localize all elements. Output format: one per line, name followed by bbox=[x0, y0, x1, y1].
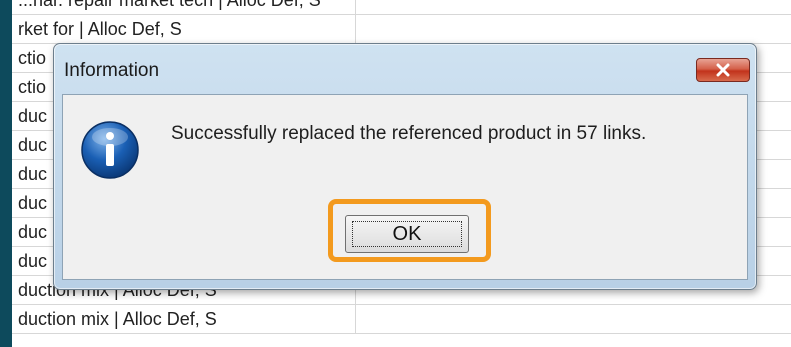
list-cell-empty bbox=[356, 305, 791, 334]
list-row[interactable]: ...nar. repair market tech | Alloc Def, … bbox=[12, 0, 791, 15]
list-cell: duction mix | Alloc Def, S bbox=[12, 305, 356, 334]
list-cell: rket for | Alloc Def, S bbox=[12, 15, 356, 44]
list-cell: ...nar. repair market tech | Alloc Def, … bbox=[12, 0, 356, 15]
info-icon bbox=[81, 121, 139, 179]
close-icon bbox=[716, 63, 730, 77]
ok-button-highlight bbox=[328, 199, 491, 262]
list-cell-empty bbox=[356, 15, 791, 44]
list-row[interactable]: rket for | Alloc Def, S bbox=[12, 15, 791, 44]
dialog-title: Information bbox=[64, 60, 160, 81]
list-row[interactable]: duction mix | Alloc Def, S bbox=[12, 305, 791, 334]
dialog-titlebar[interactable]: Information bbox=[54, 44, 756, 94]
list-cell-empty bbox=[356, 0, 791, 15]
dialog-message: Successfully replaced the referenced pro… bbox=[171, 123, 647, 144]
close-button[interactable] bbox=[696, 58, 750, 82]
